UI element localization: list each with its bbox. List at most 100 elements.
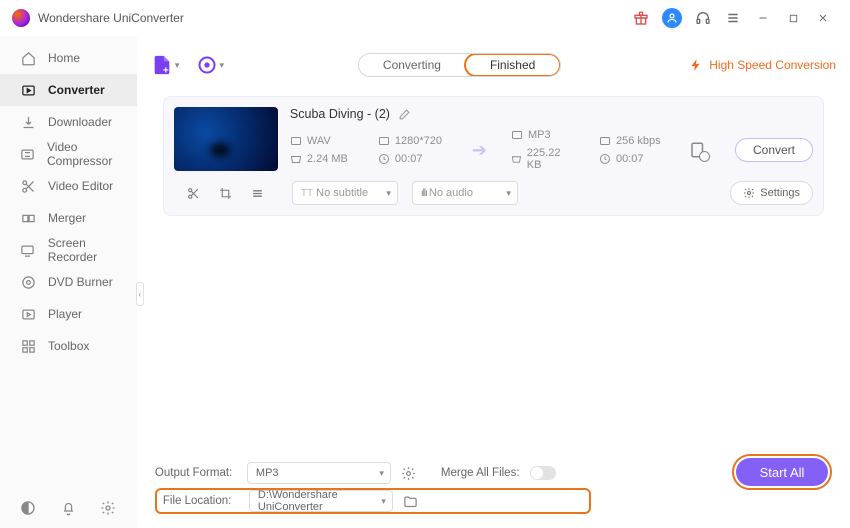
sidebar-item-player[interactable]: Player: [0, 298, 137, 330]
file-thumbnail[interactable]: [174, 107, 278, 171]
sidebar-item-label: Video Editor: [48, 179, 113, 193]
headset-icon[interactable]: [694, 9, 712, 27]
svg-text:+: +: [163, 65, 169, 76]
sidebar-item-dvd[interactable]: DVD Burner: [0, 266, 137, 298]
src-format: WAV: [307, 135, 331, 147]
high-speed-toggle[interactable]: High Speed Conversion: [689, 58, 836, 72]
add-file-button[interactable]: + ▾: [151, 54, 180, 76]
home-icon: [20, 50, 36, 66]
dvd-icon: [20, 274, 36, 290]
tab-converting[interactable]: Converting: [359, 54, 465, 76]
dst-format: MP3: [528, 129, 551, 141]
sidebar-item-converter[interactable]: Converter: [0, 74, 137, 106]
chevron-down-icon: ▾: [386, 188, 391, 199]
status-tabs: Converting Finished: [358, 53, 561, 77]
sidebar-item-label: DVD Burner: [48, 275, 113, 289]
title-bar: Wondershare UniConverter: [0, 0, 850, 36]
sidebar-item-label: Screen Recorder: [48, 236, 137, 264]
settings-label: Settings: [760, 187, 800, 199]
file-location-label: File Location:: [163, 495, 239, 507]
convert-button[interactable]: Convert: [735, 138, 813, 162]
sidebar: Home Converter Downloader Video Compress…: [0, 36, 137, 528]
chevron-down-icon: ▾: [379, 468, 384, 479]
sidebar-item-label: Toolbox: [48, 339, 89, 353]
file-location-select[interactable]: D:\Wondershare UniConverter ▾: [249, 490, 393, 512]
maximize-button[interactable]: [784, 9, 802, 27]
sidebar-item-label: Home: [48, 51, 80, 65]
top-toolbar: + ▾ ▾ Converting Finished High Speed Con…: [151, 44, 836, 86]
add-dvd-button[interactable]: ▾: [197, 55, 224, 75]
sidebar-item-home[interactable]: Home: [0, 42, 137, 74]
settings-icon[interactable]: [100, 500, 116, 516]
close-button[interactable]: [814, 9, 832, 27]
item-settings-button[interactable]: Settings: [730, 181, 813, 205]
edit-tools: [174, 186, 278, 200]
download-icon: [20, 114, 36, 130]
file-title: Scuba Diving - (2): [290, 107, 390, 121]
sidebar-item-label: Video Compressor: [47, 140, 137, 168]
merge-label: Merge All Files:: [441, 467, 520, 479]
sidebar-item-downloader[interactable]: Downloader: [0, 106, 137, 138]
player-icon: [20, 306, 36, 322]
app-title: Wondershare UniConverter: [38, 11, 184, 25]
output-format-label: Output Format:: [155, 467, 237, 479]
sidebar-item-label: Player: [48, 307, 82, 321]
bolt-icon: [689, 58, 703, 72]
main-content: + ▾ ▾ Converting Finished High Speed Con…: [137, 36, 850, 528]
sidebar-bottom: [0, 500, 116, 516]
tab-finished[interactable]: Finished: [464, 53, 561, 77]
subtitle-value: No subtitle: [316, 187, 368, 199]
recorder-icon: [20, 242, 36, 258]
output-settings-icon[interactable]: [687, 139, 709, 161]
sidebar-item-label: Converter: [48, 83, 105, 97]
bell-icon[interactable]: [60, 500, 76, 516]
menu-icon[interactable]: [724, 9, 742, 27]
merge-toggle[interactable]: [530, 466, 556, 480]
minimize-button[interactable]: [754, 9, 772, 27]
file-location-value: D:\Wondershare UniConverter: [258, 489, 384, 513]
dst-bitrate: 256 kbps: [616, 135, 661, 147]
src-resolution: 1280*720: [395, 135, 442, 147]
crop-icon[interactable]: [219, 186, 233, 200]
chevron-down-icon: ▾: [175, 60, 180, 71]
chevron-down-icon: ▾: [506, 188, 511, 199]
audio-value: No audio: [429, 187, 473, 199]
edit-title-icon[interactable]: [398, 108, 411, 121]
output-format-select[interactable]: MP3 ▾: [247, 462, 391, 484]
theme-icon[interactable]: [20, 500, 36, 516]
chevron-down-icon: ▾: [381, 496, 386, 507]
audio-select[interactable]: ıllı No audio ▾: [412, 181, 518, 205]
compressor-icon: [20, 146, 35, 162]
chevron-down-icon: ▾: [219, 60, 224, 71]
bottom-bar: Output Format: MP3 ▾ Merge All Files: St…: [151, 452, 836, 528]
sidebar-item-merger[interactable]: Merger: [0, 202, 137, 234]
src-size: 2.24 MB: [307, 153, 348, 165]
more-icon[interactable]: [251, 186, 265, 200]
subtitle-select[interactable]: TT No subtitle ▾: [292, 181, 398, 205]
app-logo-icon: [12, 9, 30, 27]
start-all-highlight: Start All: [732, 454, 832, 490]
gift-icon[interactable]: [632, 9, 650, 27]
start-all-button[interactable]: Start All: [736, 458, 828, 486]
sidebar-item-label: Merger: [48, 211, 86, 225]
sidebar-item-compressor[interactable]: Video Compressor: [0, 138, 137, 170]
waveform-icon: ıllı: [421, 188, 427, 199]
dst-duration: 00:07: [616, 153, 644, 165]
user-avatar-icon[interactable]: [662, 8, 682, 28]
sidebar-item-recorder[interactable]: Screen Recorder: [0, 234, 137, 266]
output-format-value: MP3: [256, 467, 279, 479]
open-folder-icon[interactable]: [403, 493, 419, 509]
src-duration: 00:07: [395, 153, 423, 165]
trim-icon[interactable]: [187, 186, 201, 200]
scissors-icon: [20, 178, 36, 194]
file-card: Scuba Diving - (2) WAV 2.24 MB 1280*720 …: [163, 96, 824, 216]
sidebar-item-toolbox[interactable]: Toolbox: [0, 330, 137, 362]
arrow-right-icon: ➔: [466, 140, 493, 161]
output-settings-icon[interactable]: [401, 465, 417, 481]
sidebar-item-editor[interactable]: Video Editor: [0, 170, 137, 202]
dst-size: 225.22 KB: [527, 147, 573, 171]
high-speed-label: High Speed Conversion: [709, 58, 836, 72]
converter-icon: [20, 82, 36, 98]
sidebar-item-label: Downloader: [48, 115, 112, 129]
file-location-row: File Location: D:\Wondershare UniConvert…: [155, 488, 591, 514]
